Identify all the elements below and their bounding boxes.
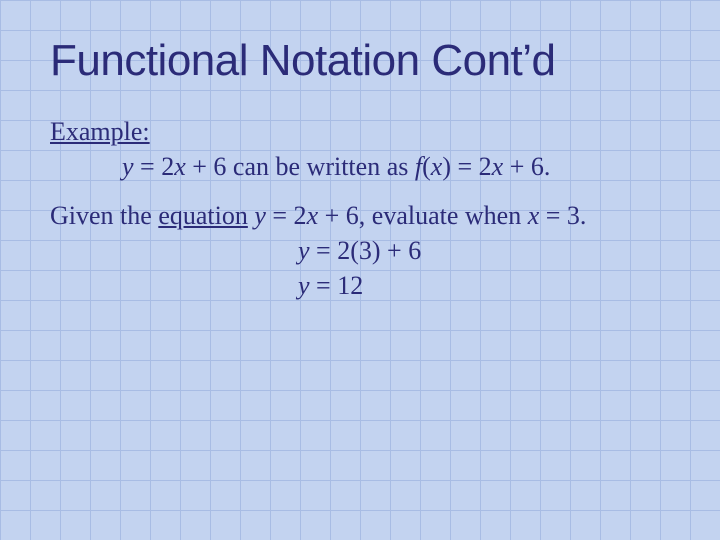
var-x: x (492, 152, 504, 181)
text: ( (422, 152, 431, 181)
text: = 12 (310, 271, 364, 300)
var-x: x (431, 152, 443, 181)
work-line-1: y = 2(3) + 6 (50, 233, 670, 268)
var-y: y (298, 271, 310, 300)
underline-equation: equation (158, 201, 248, 230)
text: = 2 (266, 201, 307, 230)
example-sentence: y = 2x + 6 can be written as f(x) = 2x +… (50, 149, 670, 184)
text: = 3. (539, 201, 586, 230)
var-x: x (174, 152, 186, 181)
slide-body: Example: y = 2x + 6 can be written as f(… (50, 114, 670, 303)
text: + 6. (503, 152, 550, 181)
text: = 2 (134, 152, 175, 181)
var-x: x (307, 201, 319, 230)
example-label: Example: (50, 114, 670, 149)
given-sentence: Given the equation y = 2x + 6, evaluate … (50, 198, 670, 233)
text: = 2(3) + 6 (310, 236, 422, 265)
var-y: y (122, 152, 134, 181)
var-x: x (528, 201, 540, 230)
var-y: y (254, 201, 266, 230)
text: + 6, evaluate when (318, 201, 528, 230)
text: + 6 can be written as (186, 152, 415, 181)
fn-f: f (415, 152, 422, 181)
slide-title: Functional Notation Cont’d (50, 36, 670, 86)
text: ) = 2 (442, 152, 491, 181)
text: Given the (50, 201, 158, 230)
var-y: y (298, 236, 310, 265)
work-line-2: y = 12 (50, 268, 670, 303)
